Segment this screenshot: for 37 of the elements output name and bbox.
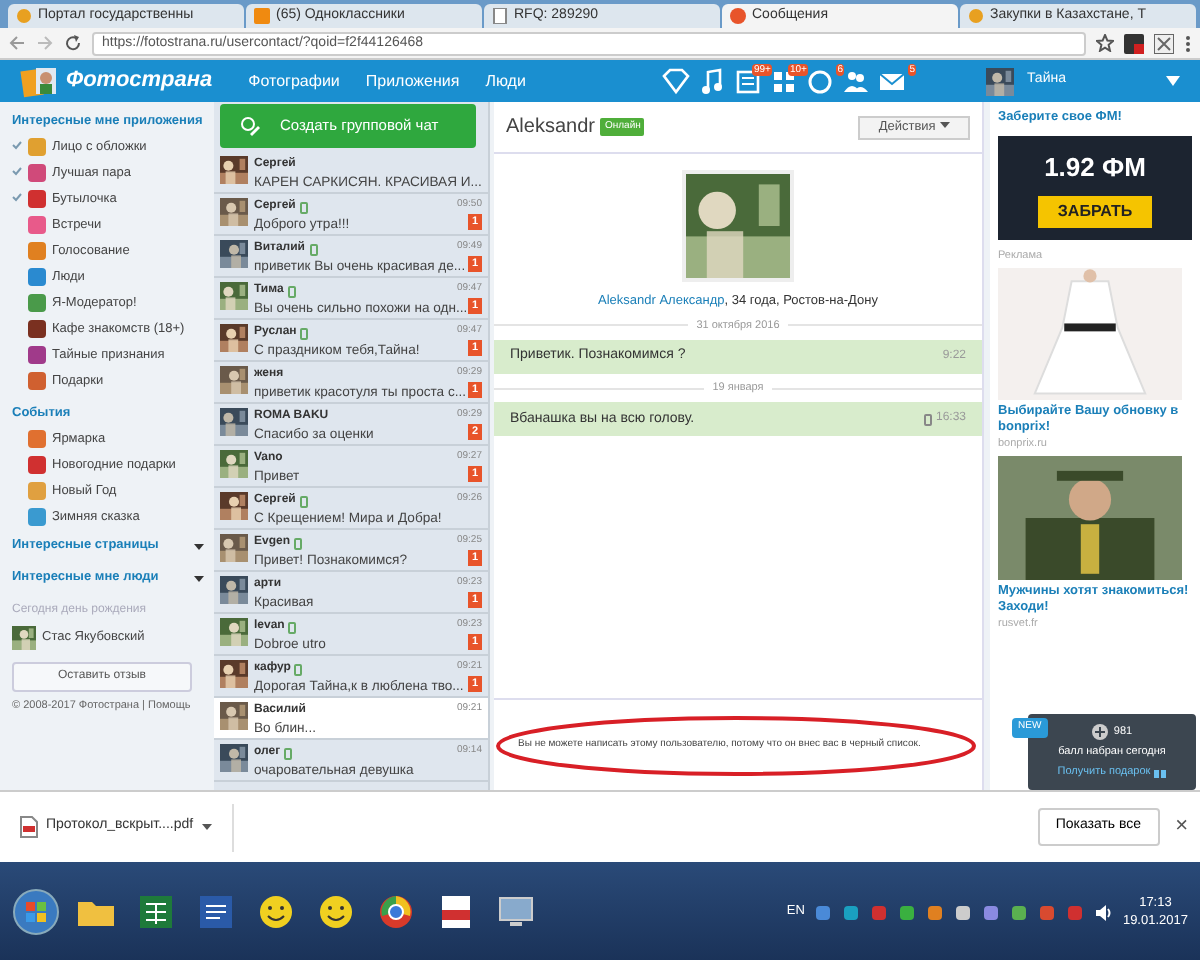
site-logo[interactable]: Фотострана: [66, 64, 213, 98]
browser-icon[interactable]: [374, 890, 418, 934]
back-icon[interactable]: [8, 34, 26, 52]
contact-name: Aleksandr: [506, 114, 595, 142]
nav-link[interactable]: Люди: [485, 69, 526, 93]
extension-icon[interactable]: [1154, 33, 1174, 53]
diamond-icon[interactable]: [662, 67, 691, 95]
dropdown-icon[interactable]: [1166, 76, 1180, 86]
file-icon: [20, 816, 38, 838]
caret-icon: [939, 122, 950, 129]
people-icon[interactable]: [842, 67, 871, 95]
promo-amount: 1.92 ФМ: [1044, 150, 1146, 186]
logo-icon[interactable]: [20, 65, 60, 97]
plus-icon: [1091, 723, 1108, 740]
caret-icon[interactable]: [194, 575, 204, 581]
tab-icon: [492, 8, 508, 24]
document-icon[interactable]: [194, 890, 238, 934]
spreadsheet-icon[interactable]: [134, 890, 178, 934]
reload-icon[interactable]: [64, 34, 82, 52]
caret-icon: [201, 824, 212, 830]
tab-icon: [16, 8, 32, 24]
music-icon[interactable]: [698, 67, 727, 95]
volume-icon[interactable]: [1094, 903, 1113, 921]
claim-button[interactable]: ЗАБРАТЬ: [1037, 195, 1153, 227]
caret-icon[interactable]: [194, 543, 204, 549]
start-icon[interactable]: [12, 888, 60, 936]
extension-icon[interactable]: [1124, 33, 1144, 53]
tab-icon: [730, 8, 746, 24]
nav-link[interactable]: Фотографии: [248, 69, 340, 93]
nav-link[interactable]: Приложения: [365, 69, 460, 93]
smiley-icon[interactable]: [314, 890, 358, 934]
menu-icon[interactable]: [1184, 33, 1192, 53]
tab-icon: [968, 8, 984, 24]
tab-icon: [254, 8, 270, 24]
smiley-icon[interactable]: [254, 890, 298, 934]
star-icon[interactable]: [1096, 34, 1114, 52]
close-button[interactable]: ×: [1175, 810, 1188, 844]
